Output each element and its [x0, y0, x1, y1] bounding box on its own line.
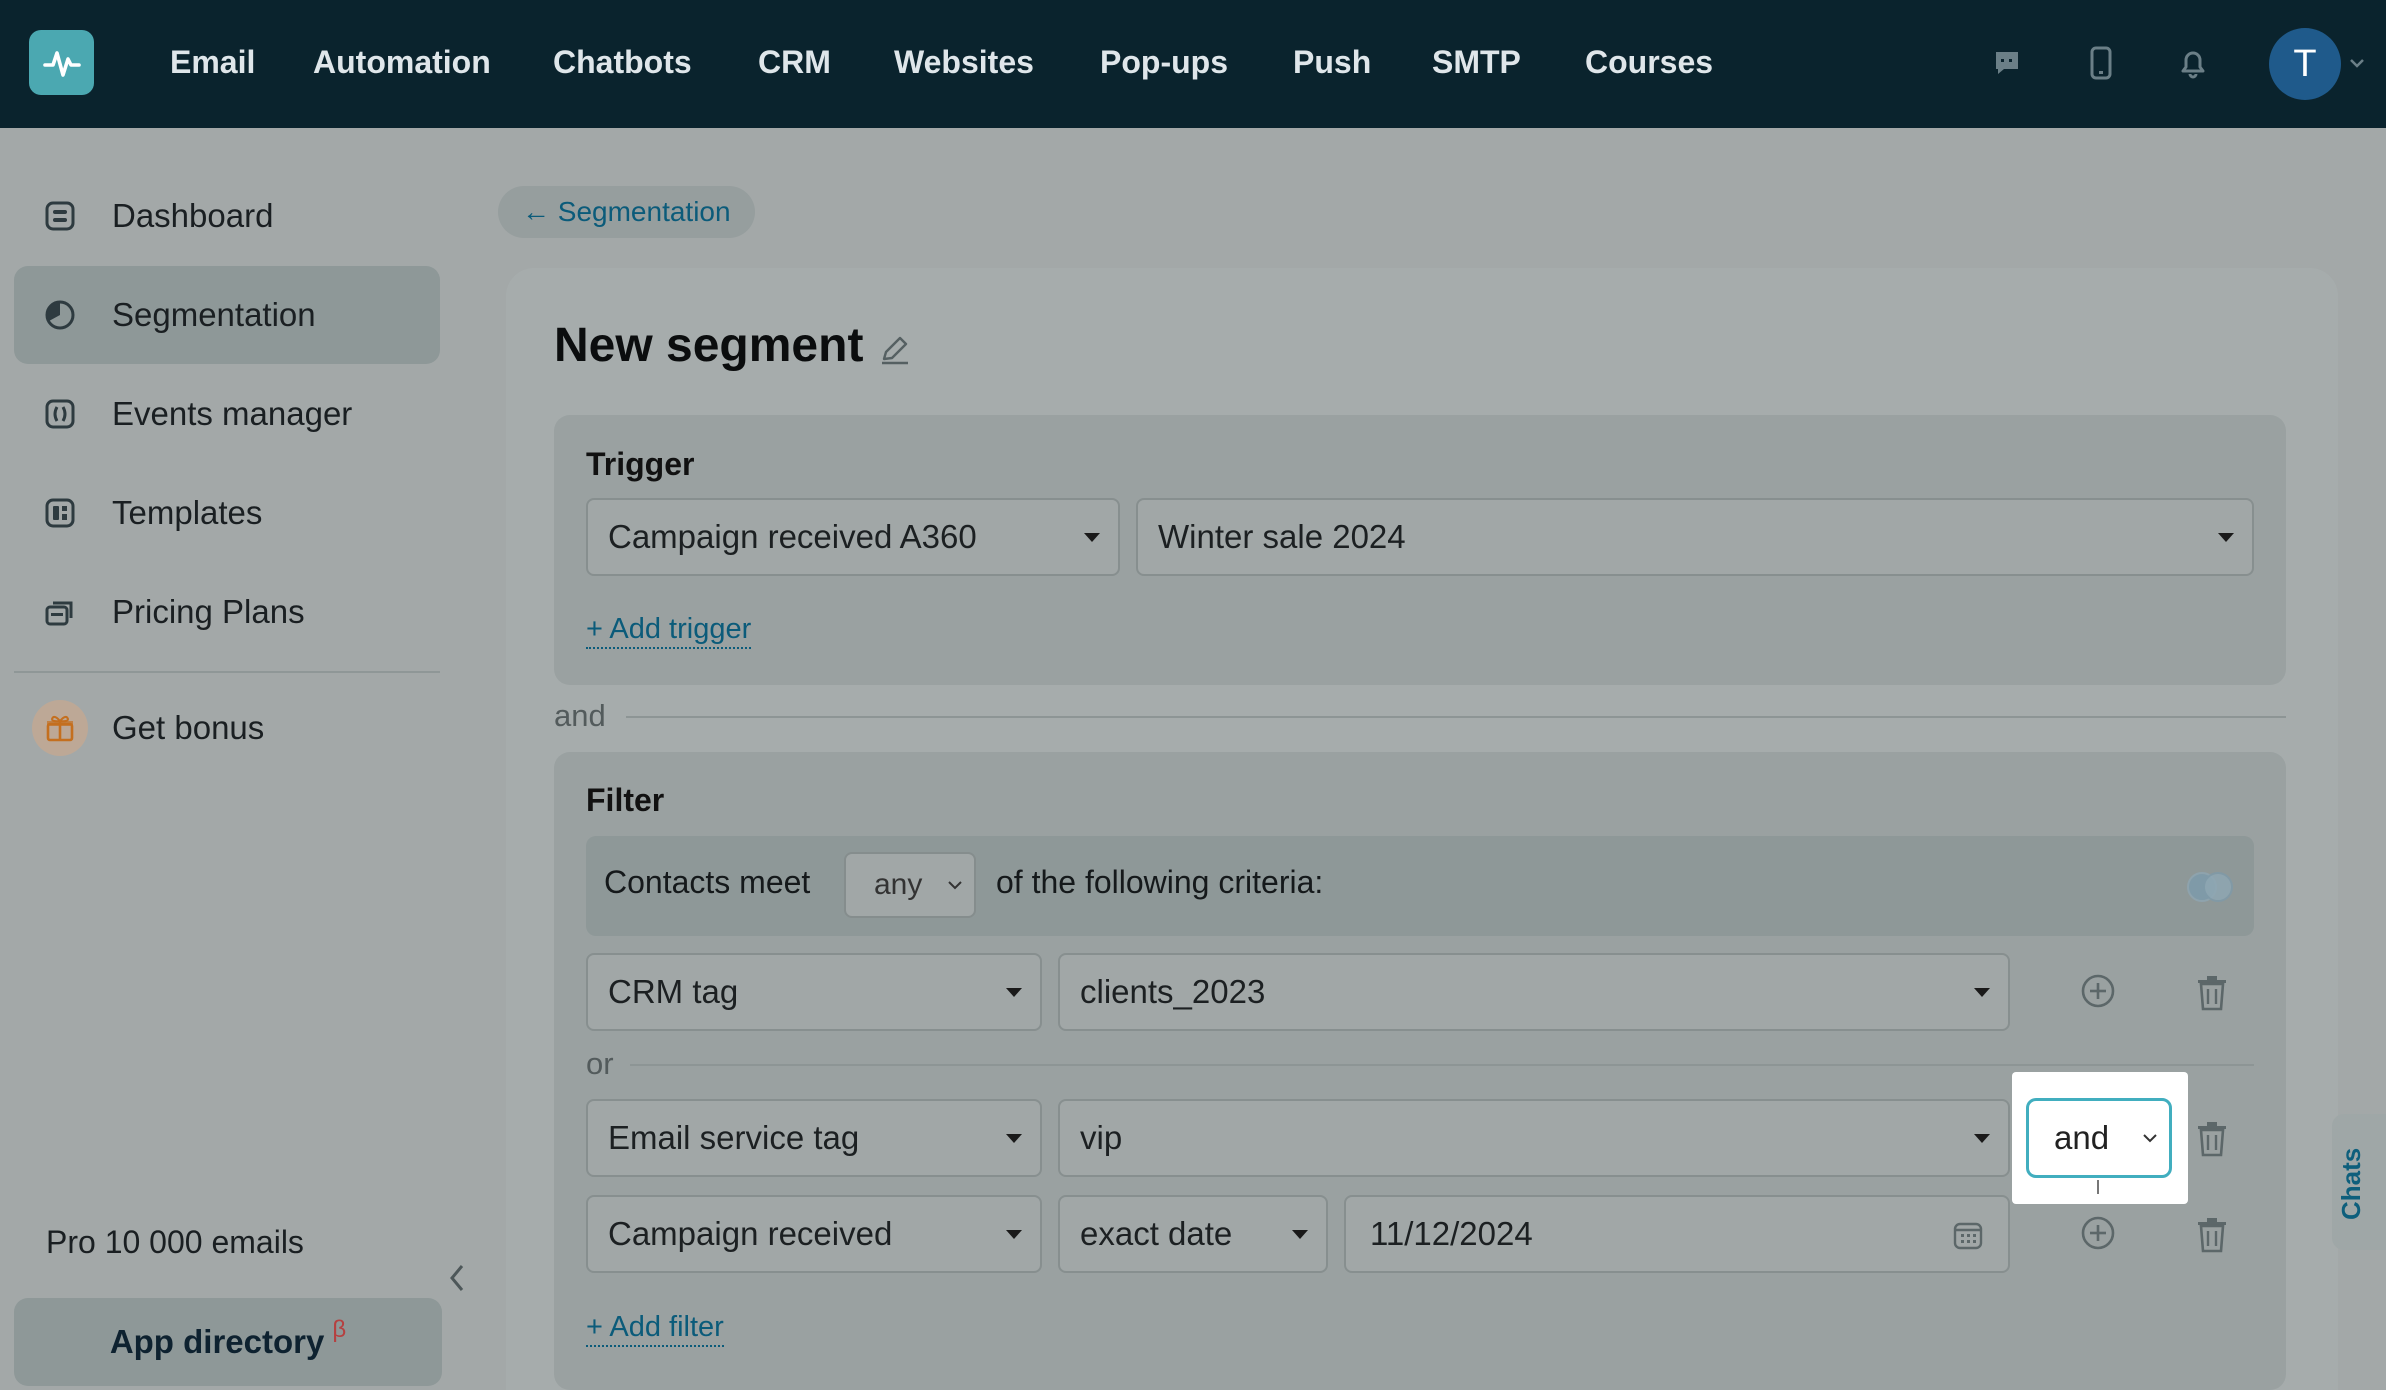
chat-icon[interactable] — [1989, 45, 2025, 81]
sidebar-item-label: Pricing Plans — [112, 593, 305, 630]
caret-down-icon — [1974, 1134, 1990, 1143]
chevron-down-icon — [2143, 1134, 2157, 1143]
top-navigation-bar: Email Automation Chatbots CRM Websites P… — [0, 0, 2386, 128]
filter-row-1-value-select[interactable]: clients_2023 — [1058, 953, 2010, 1031]
select-value: Email service tag — [608, 1119, 860, 1156]
nav-automation[interactable]: Automation — [313, 42, 491, 84]
mobile-icon[interactable] — [2083, 45, 2119, 81]
or-separator-line — [630, 1064, 2254, 1066]
filter-row-3-condition-select[interactable]: exact date — [1058, 1195, 1328, 1273]
select-value: vip — [1080, 1119, 1123, 1156]
select-value: Campaign received — [608, 1215, 893, 1252]
criteria-mode-select[interactable]: any — [844, 852, 976, 918]
nav-smtp[interactable]: SMTP — [1432, 42, 1521, 84]
breadcrumb-back-link[interactable]: ← Segmentation — [498, 186, 755, 238]
criteria-prefix: Contacts meet — [604, 864, 811, 900]
select-value: Winter sale 2024 — [1158, 518, 1406, 555]
sidebar-item-dashboard[interactable]: Dashboard — [14, 167, 440, 265]
events-icon — [42, 396, 78, 432]
nav-push[interactable]: Push — [1293, 42, 1371, 84]
sidebar-item-events-manager[interactable]: Events manager — [14, 365, 440, 463]
add-filter-link[interactable]: + Add filter — [586, 1310, 724, 1347]
filter-row-2-field-select[interactable]: Email service tag — [586, 1099, 1042, 1177]
add-condition-icon[interactable] — [2078, 971, 2118, 1011]
bell-icon[interactable] — [2175, 45, 2211, 81]
pricing-icon — [42, 594, 78, 630]
templates-icon — [42, 495, 78, 531]
caret-down-icon — [1006, 1230, 1022, 1239]
app-directory-button[interactable]: App directory β — [14, 1298, 442, 1386]
filter-heading: Filter — [586, 782, 665, 818]
criteria-bar — [586, 836, 2254, 936]
trash-icon[interactable] — [2192, 973, 2232, 1013]
sidebar-item-label: Dashboard — [112, 197, 274, 234]
caret-down-icon — [1006, 1134, 1022, 1143]
select-value: CRM tag — [608, 973, 739, 1010]
calendar-icon[interactable] — [1952, 1219, 1984, 1251]
sidebar-item-get-bonus[interactable]: Get bonus — [14, 679, 440, 777]
chevron-down-icon[interactable] — [2349, 58, 2365, 68]
date-value: 11/12/2024 — [1370, 1215, 1533, 1252]
add-condition-icon[interactable] — [2078, 1213, 2118, 1253]
sidebar-item-pricing-plans[interactable]: Pricing Plans — [14, 563, 440, 661]
nav-crm[interactable]: CRM — [758, 42, 831, 84]
trigger-campaign-select[interactable]: Winter sale 2024 — [1136, 498, 2254, 576]
trigger-heading: Trigger — [586, 446, 695, 482]
segmentation-icon — [42, 297, 78, 333]
select-value: clients_2023 — [1080, 973, 1266, 1010]
and-separator-line — [626, 716, 2286, 718]
beta-badge: β — [332, 1316, 347, 1343]
app-logo-icon[interactable] — [29, 30, 94, 95]
caret-down-icon — [1292, 1230, 1308, 1239]
filter-row-3-date-input[interactable]: 11/12/2024 — [1344, 1195, 2010, 1273]
caret-down-icon — [1084, 533, 1100, 542]
collapse-sidebar-icon[interactable] — [446, 1262, 468, 1294]
select-value: exact date — [1080, 1215, 1233, 1252]
chats-tab-label: Chats — [2336, 1147, 2366, 1220]
sidebar-item-label: Get bonus — [112, 709, 265, 746]
avatar[interactable]: T — [2269, 28, 2341, 100]
logic-operator-select[interactable]: and — [2026, 1098, 2172, 1178]
add-trigger-link[interactable]: + Add trigger — [586, 612, 752, 649]
select-value: any — [874, 868, 923, 901]
trash-icon[interactable] — [2192, 1119, 2232, 1159]
trash-icon[interactable] — [2192, 1215, 2232, 1255]
sidebar-item-label: Events manager — [112, 395, 353, 432]
nav-websites[interactable]: Websites — [894, 42, 1034, 84]
plan-label: Pro 10 000 emails — [46, 1224, 304, 1260]
and-separator-label: and — [554, 698, 606, 733]
caret-down-icon — [2218, 533, 2234, 542]
sidebar-item-label: Templates — [112, 494, 263, 531]
sidebar-item-templates[interactable]: Templates — [14, 464, 440, 562]
or-separator-label: or — [586, 1046, 614, 1081]
chats-side-tab[interactable]: Chats — [2332, 1114, 2386, 1250]
connector-line — [2097, 1180, 2099, 1194]
gift-icon — [32, 700, 88, 756]
filter-row-1-field-select[interactable]: CRM tag — [586, 953, 1042, 1031]
caret-down-icon — [1006, 988, 1022, 997]
criteria-suffix: of the following criteria: — [996, 864, 1324, 900]
filter-row-2-value-select[interactable]: vip — [1058, 1099, 2010, 1177]
trigger-event-select[interactable]: Campaign received A360 — [586, 498, 1120, 576]
page-title: New segment — [554, 319, 864, 372]
sidebar-item-label: Segmentation — [112, 296, 316, 333]
nav-chatbots[interactable]: Chatbots — [553, 42, 692, 84]
nav-email[interactable]: Email — [170, 42, 255, 84]
edit-pencil-icon[interactable] — [878, 332, 912, 366]
dashboard-icon — [42, 198, 78, 234]
app-directory-label: App directory — [109, 1323, 325, 1360]
venn-diagram-icon[interactable] — [2184, 870, 2236, 904]
sidebar-divider — [14, 671, 440, 673]
nav-courses[interactable]: Courses — [1585, 42, 1713, 84]
nav-popups[interactable]: Pop-ups — [1100, 42, 1228, 84]
filter-row-3-field-select[interactable]: Campaign received — [586, 1195, 1042, 1273]
select-value: Campaign received A360 — [608, 518, 977, 555]
sidebar-item-segmentation[interactable]: Segmentation — [14, 266, 440, 364]
chevron-down-icon — [948, 881, 962, 890]
select-value: and — [2054, 1119, 2110, 1156]
caret-down-icon — [1974, 988, 1990, 997]
